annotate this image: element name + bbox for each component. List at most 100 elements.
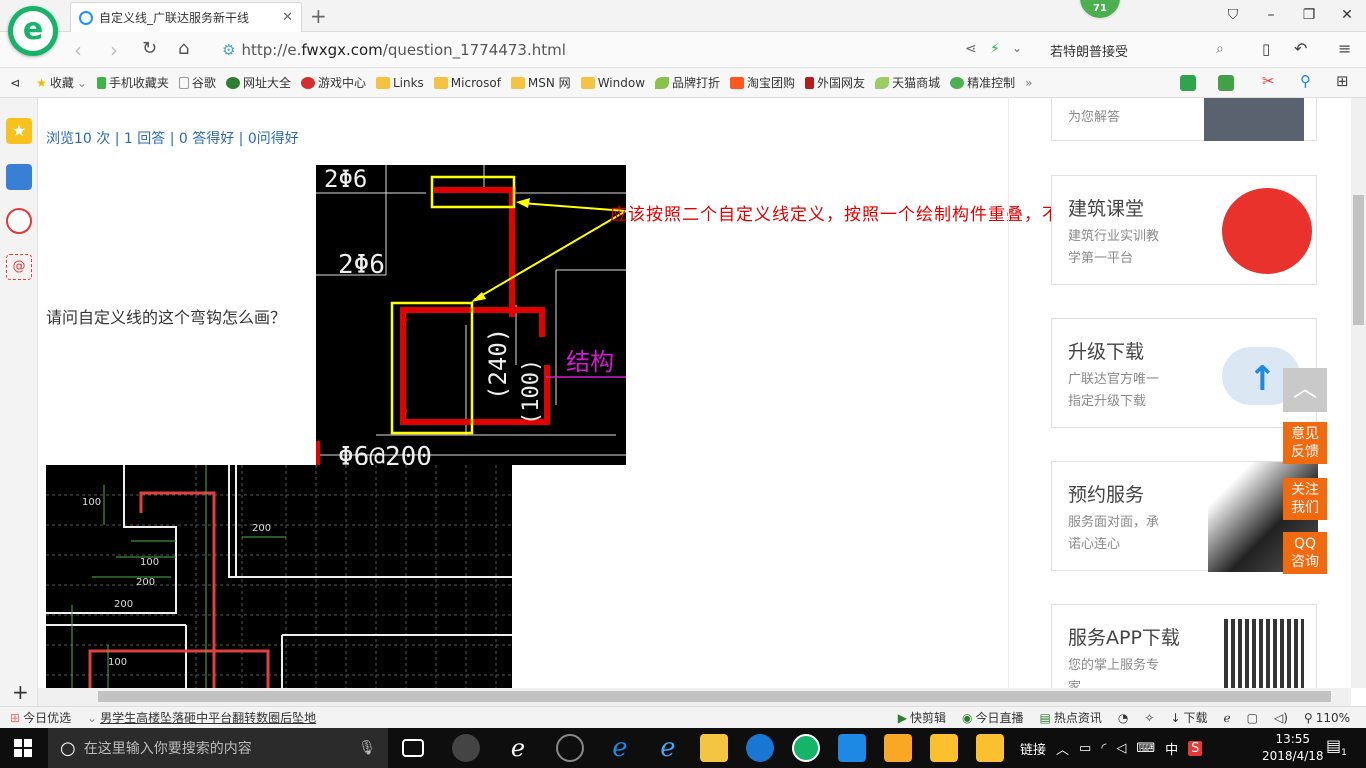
windows-start-icon[interactable] [14, 739, 32, 757]
swirl-app-icon[interactable] [556, 734, 584, 762]
clock[interactable]: 13:55 2018/4/18 [1262, 731, 1324, 765]
bookmark-foreign[interactable]: 外国网友 [805, 74, 865, 91]
hot-news-button[interactable]: ▤ 热点资讯 [1040, 709, 1102, 726]
horizontal-scroll-thumb[interactable] [98, 691, 1331, 702]
keyboard-icon[interactable]: ⌨ [1136, 741, 1155, 756]
forward-icon[interactable]: › [110, 38, 118, 62]
browser-logo-icon[interactable]: e [8, 6, 58, 56]
zoom-control[interactable]: ⚲ 110% [1304, 711, 1350, 725]
home-icon[interactable]: ⌂ [178, 38, 189, 59]
edge-icon[interactable]: ℯ [606, 734, 634, 762]
browser-e-icon[interactable]: ℯ [1224, 711, 1231, 725]
shield-icon[interactable] [1180, 75, 1196, 91]
bookmark-windows[interactable]: Window [580, 76, 645, 90]
window-icon[interactable]: ▢ [1247, 711, 1258, 725]
file-explorer-icon[interactable] [700, 734, 728, 762]
scissors-icon[interactable]: ✂ [1262, 72, 1275, 90]
chevron-down-icon[interactable]: ⌄ [1012, 41, 1022, 55]
news-feed-icon[interactable] [6, 164, 32, 190]
wifi-icon[interactable]: ◜ [1101, 741, 1106, 756]
close-window-button[interactable]: ✕ [1328, 0, 1366, 32]
support-agent-image [1204, 98, 1304, 141]
question-stats[interactable]: 浏览10 次 | 1 回答 | 0 答得好 | 0问得好 [46, 128, 299, 148]
sound-icon[interactable]: ◁) [1274, 711, 1288, 725]
bookmark-games[interactable]: 游戏中心 [300, 74, 366, 91]
magnifier-icon[interactable]: ⚲ [1300, 72, 1311, 90]
add-sidebar-button[interactable]: + [12, 680, 29, 704]
search-input[interactable]: 若特朗普接受 [1042, 37, 1240, 63]
bookmark-tmall[interactable]: 天猫商城 [875, 74, 940, 91]
bookmark-mobile[interactable]: 手机收藏夹 [96, 74, 169, 91]
bookmark-google[interactable]: 谷歌 [178, 74, 216, 91]
weibo-icon[interactable] [6, 208, 32, 234]
taskbar-search-input[interactable]: ○ 在这里输入你要搜索的内容 🎙 [48, 728, 388, 768]
download-button[interactable]: ↓ 下载 [1170, 709, 1207, 726]
email-icon[interactable]: @ [6, 254, 32, 280]
service-card-expert[interactable]: 为您解答 [1051, 98, 1317, 141]
service-card-app[interactable]: 服务APP下载 您的掌上服务专家 [1051, 604, 1317, 688]
minimize-button[interactable]: – [1252, 0, 1290, 32]
undo-icon[interactable]: ↶ [1294, 39, 1307, 58]
live-button[interactable]: ◉ 今日直播 [962, 709, 1024, 726]
internet-explorer-icon[interactable]: ℯ [654, 734, 682, 762]
service-card-download[interactable]: 升级下载 广联达官方唯一 指定升级下载 ↑ [1051, 318, 1317, 428]
qr-code-image[interactable] [1224, 619, 1304, 688]
bookmark-brand-sale[interactable]: 品牌打折 [655, 74, 720, 91]
follow-us-button[interactable]: 关注 我们 [1283, 478, 1327, 520]
notification-badge[interactable]: 71 [1078, 0, 1122, 20]
vertical-scroll-thumb[interactable] [1353, 195, 1364, 325]
today-picks[interactable]: ⊞ 今日优选 [10, 709, 71, 726]
bookmark-favorites[interactable]: ★ 收藏 ⌄ [36, 74, 87, 91]
feedback-button[interactable]: 意见 反馈 [1283, 422, 1327, 464]
service-card-classroom[interactable]: 建筑课堂 建筑行业实训教 学第一平台 [1051, 175, 1317, 285]
menu-icon[interactable]: ≡ [1338, 39, 1351, 58]
tray-links[interactable]: 链接 [1020, 739, 1046, 758]
more-bookmarks-icon[interactable]: » [1025, 76, 1032, 90]
refresh-icon[interactable]: ↻ [142, 38, 157, 59]
plus-app-icon[interactable] [838, 734, 866, 762]
bookmark-taobao[interactable]: 淘宝团购 [730, 74, 795, 91]
phone-icon[interactable]: ▯ [1262, 40, 1270, 58]
bookmark-msn[interactable]: MSN 网 [510, 74, 571, 91]
favorites-star-icon[interactable]: ★ [6, 118, 32, 144]
new-tab-button[interactable]: + [310, 4, 327, 28]
help-app-2-icon[interactable] [976, 734, 1004, 762]
tray-expand-icon[interactable]: ︿ [1056, 739, 1069, 758]
back-to-top-button[interactable]: ︿ [1283, 368, 1327, 412]
share-icon[interactable]: ⋖ [965, 41, 977, 57]
service-card-booking[interactable]: 预约服务 服务面对面，承 诺心连心 [1051, 461, 1318, 572]
bookmark-microsoft[interactable]: Microsof [433, 76, 501, 90]
pin-icon[interactable]: ✧ [1144, 711, 1154, 725]
notes-app-icon[interactable] [884, 734, 912, 762]
shirt-skin-icon[interactable]: ⛉ [1214, 0, 1252, 32]
maximize-button[interactable]: ❐ [1290, 0, 1328, 32]
bookmark-precise[interactable]: 精准控制 [950, 74, 1015, 91]
apps-grid-icon[interactable]: ⊞ [1336, 72, 1349, 90]
ie-taskbar-icon[interactable]: ℯ [504, 734, 532, 762]
browser-360-icon[interactable] [792, 734, 820, 762]
news-ticker[interactable]: ⌄ 男学生高楼坠落砸中平台翻转数圈后坠地 [87, 709, 316, 726]
task-view-icon[interactable] [402, 739, 424, 757]
bookmark-site-nav[interactable]: 网址大全 [225, 74, 291, 91]
translate-icon[interactable] [1218, 75, 1234, 91]
url-field[interactable]: ⚙ http://e.fwxgx.com/question_1774473.ht… [222, 37, 1034, 63]
fan-app-icon[interactable] [452, 734, 480, 762]
lightning-icon[interactable]: ⚡ [990, 41, 1000, 57]
speed-icon[interactable]: ◔ [1118, 711, 1128, 725]
collapse-sidebar-icon[interactable]: ⊲ [10, 76, 20, 90]
browser-tab[interactable]: 自定义线_广联达服务新干线 ✕ [70, 2, 302, 32]
close-tab-icon[interactable]: ✕ [282, 10, 293, 25]
glodon-app-icon[interactable] [746, 734, 774, 762]
action-center-icon[interactable]: ▤1 [1326, 736, 1347, 758]
back-icon[interactable]: ‹ [74, 38, 82, 62]
ime-indicator[interactable]: 中 [1165, 739, 1178, 758]
battery-icon[interactable]: ▭ [1079, 741, 1091, 756]
help-app-icon[interactable] [930, 734, 958, 762]
quick-cut-button[interactable]: ▶ 快剪辑 [898, 709, 946, 726]
search-icon[interactable]: ⌕ [1216, 41, 1224, 57]
qq-consult-button[interactable]: QQ 咨询 [1283, 532, 1327, 574]
vertical-scrollbar[interactable] [1351, 98, 1366, 688]
bookmark-links[interactable]: Links [375, 76, 424, 90]
sogou-ime-icon[interactable]: S [1188, 740, 1203, 756]
volume-icon[interactable]: ◁ [1116, 741, 1126, 756]
